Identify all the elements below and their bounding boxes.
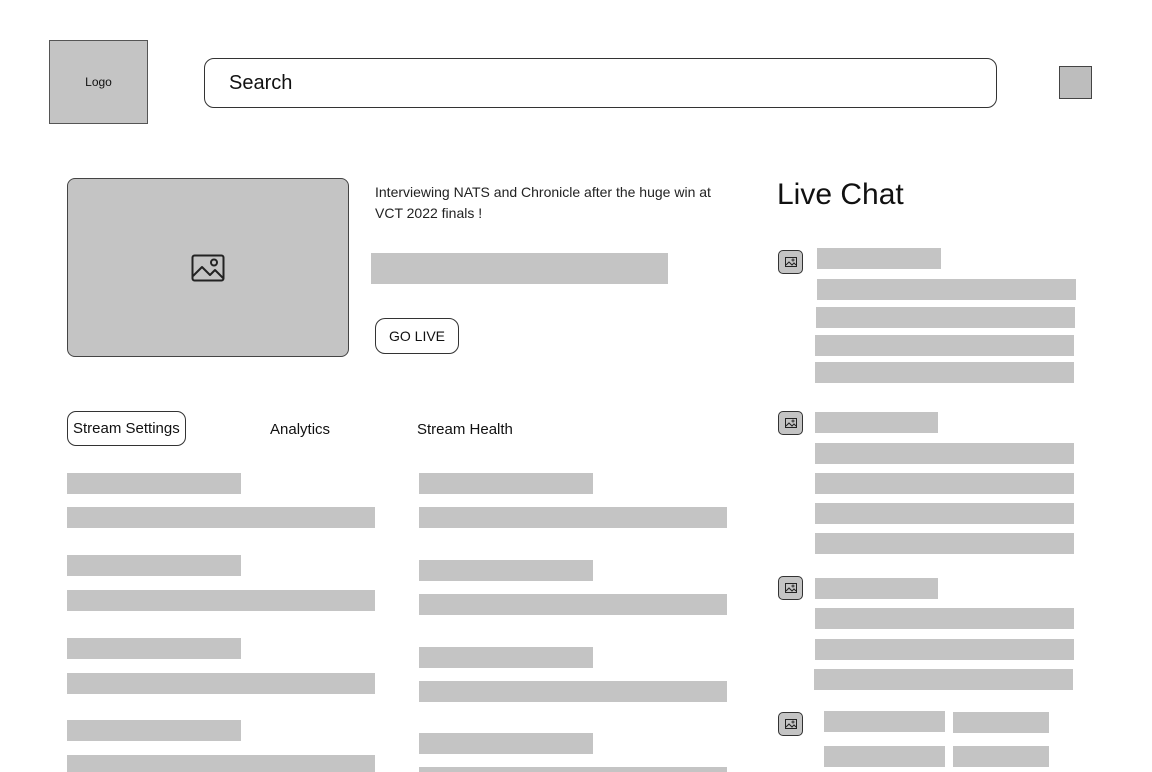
image-icon bbox=[191, 254, 225, 281]
user-avatar-icon bbox=[778, 712, 803, 736]
search-input[interactable]: Search bbox=[204, 58, 997, 108]
setting-label-placeholder bbox=[67, 720, 241, 741]
chat-message-placeholder bbox=[815, 473, 1074, 494]
logo[interactable]: Logo bbox=[49, 40, 148, 124]
tab-analytics[interactable]: Analytics bbox=[270, 420, 330, 440]
chat-message-placeholder bbox=[815, 608, 1074, 629]
live-chat-title: Live Chat bbox=[777, 178, 904, 211]
chat-message-placeholder bbox=[815, 443, 1074, 464]
tab-stream-settings[interactable]: Stream Settings bbox=[67, 411, 186, 446]
chat-username-placeholder bbox=[815, 412, 938, 433]
chat-message-placeholder bbox=[817, 279, 1076, 300]
stream-thumbnail bbox=[67, 178, 349, 357]
setting-field-placeholder[interactable] bbox=[419, 594, 727, 615]
search-text: Search bbox=[229, 71, 293, 94]
image-icon bbox=[784, 257, 797, 267]
setting-field-placeholder[interactable] bbox=[67, 755, 375, 772]
image-icon bbox=[784, 583, 797, 593]
user-avatar-icon bbox=[778, 250, 803, 274]
setting-field-placeholder[interactable] bbox=[419, 507, 727, 528]
stream-title-placeholder bbox=[371, 253, 668, 284]
setting-label-placeholder bbox=[419, 473, 593, 494]
chat-message-placeholder bbox=[815, 335, 1074, 356]
chat-message-placeholder bbox=[815, 639, 1074, 660]
chat-message-placeholder bbox=[815, 362, 1074, 383]
chat-username-placeholder bbox=[824, 711, 945, 732]
tab-stream-health[interactable]: Stream Health bbox=[417, 420, 513, 440]
stream-description: Interviewing NATS and Chronicle after th… bbox=[375, 184, 711, 221]
chat-message-placeholder bbox=[953, 712, 1049, 733]
chat-message-placeholder bbox=[814, 669, 1073, 690]
setting-field-placeholder[interactable] bbox=[419, 681, 727, 702]
setting-label-placeholder bbox=[67, 473, 241, 494]
chat-username-placeholder bbox=[817, 248, 941, 269]
avatar[interactable] bbox=[1059, 66, 1092, 99]
chat-message-placeholder bbox=[824, 746, 945, 767]
setting-label-placeholder bbox=[419, 647, 593, 668]
image-icon bbox=[784, 719, 797, 729]
setting-field-placeholder[interactable] bbox=[67, 673, 375, 694]
chat-message-placeholder bbox=[815, 503, 1074, 524]
user-avatar-icon bbox=[778, 576, 803, 600]
chat-username-placeholder bbox=[815, 578, 938, 599]
setting-label-placeholder bbox=[419, 733, 593, 754]
setting-field-placeholder[interactable] bbox=[67, 590, 375, 611]
setting-label-placeholder bbox=[67, 555, 241, 576]
setting-field-placeholder[interactable] bbox=[419, 767, 727, 772]
setting-label-placeholder bbox=[419, 560, 593, 581]
chat-message-placeholder bbox=[953, 746, 1049, 767]
setting-label-placeholder bbox=[67, 638, 241, 659]
setting-field-placeholder[interactable] bbox=[67, 507, 375, 528]
go-live-button[interactable]: GO LIVE bbox=[375, 318, 460, 354]
chat-message-placeholder bbox=[815, 533, 1074, 554]
chat-message-placeholder bbox=[816, 307, 1075, 328]
logo-label: Logo bbox=[85, 75, 112, 89]
user-avatar-icon bbox=[778, 411, 803, 435]
image-icon bbox=[784, 418, 797, 428]
